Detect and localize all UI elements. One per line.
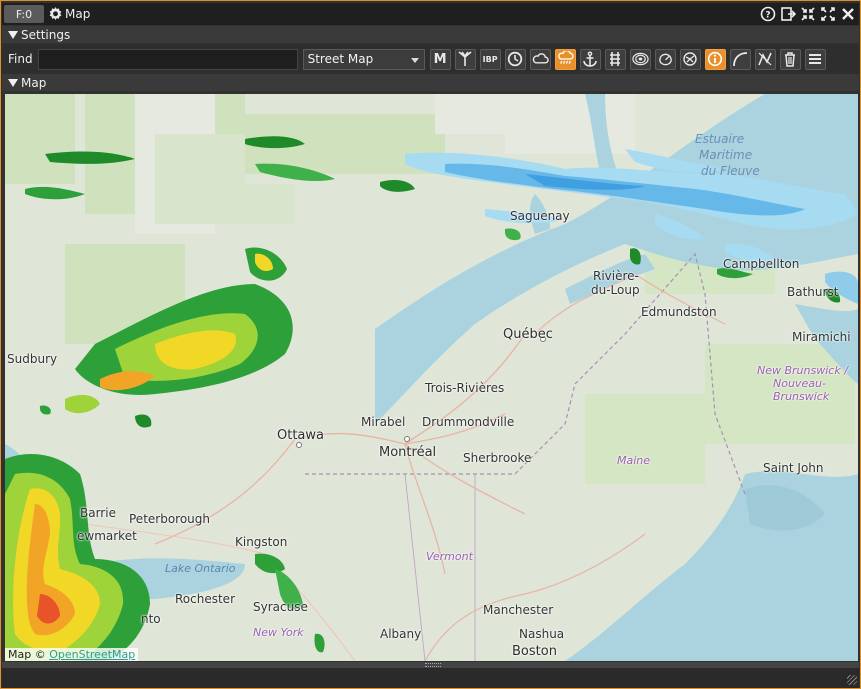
close-icon[interactable] xyxy=(839,6,856,23)
gear-icon[interactable] xyxy=(47,6,63,22)
map-label-troisrivieres: Trois-Rivières xyxy=(425,381,505,395)
map-label-sherbrooke: Sherbrooke xyxy=(463,451,532,465)
map-window: F:0 Map ? Settings Find Street Map M IBP… xyxy=(0,0,861,689)
map-label-syracuse: Syracuse xyxy=(253,600,308,614)
attribution-prefix: Map © xyxy=(8,648,46,661)
map-label-drummondville: Drummondville xyxy=(422,415,515,429)
resize-grip-icon[interactable] xyxy=(847,675,857,685)
clock-icon[interactable] xyxy=(504,48,526,70)
map-label-nb3: Brunswick xyxy=(773,390,830,403)
maximize-icon[interactable] xyxy=(819,6,836,23)
settings-section-label: Settings xyxy=(21,27,71,42)
map-label-nb2: Nouveau- xyxy=(773,377,826,390)
maidenhead-button[interactable]: M xyxy=(429,48,451,70)
map-label-edmundston: Edmundston xyxy=(641,305,717,319)
map-label-duloup: du-Loup xyxy=(591,283,640,297)
collapse-triangle-icon[interactable] xyxy=(8,30,18,39)
map-label-newmarket: ewmarket xyxy=(77,529,137,543)
map-label-rochester: Rochester xyxy=(175,592,235,606)
map-label-ottawa: Ottawa xyxy=(277,428,324,443)
map-canvas[interactable]: Estuaire Maritime du Fleuve Saguenay Riv… xyxy=(5,94,858,661)
map-label-mirabel: Mirabel xyxy=(361,415,406,429)
map-label-dufleuve: du Fleuve xyxy=(701,164,760,178)
route-icon[interactable] xyxy=(754,48,776,70)
map-label-kingston: Kingston xyxy=(235,535,288,549)
map-label-nashua: Nashua xyxy=(519,627,565,641)
map-label-manchester: Manchester xyxy=(483,603,554,617)
antenna-icon[interactable] xyxy=(454,48,476,70)
map-type-value: Street Map xyxy=(307,52,374,66)
window-title: Map xyxy=(65,7,91,21)
openstreetmap-link[interactable]: OpenStreetMap xyxy=(49,648,135,661)
map-label-maritime: Maritime xyxy=(699,148,753,162)
map-label-nb1: New Brunswick / xyxy=(757,364,848,377)
map-type-select[interactable]: Street Map xyxy=(302,48,425,70)
chevron-down-icon xyxy=(410,57,419,63)
map-label-miramichi: Miramichi xyxy=(792,330,851,344)
map-label-boston: Boston xyxy=(512,644,557,659)
map-label-sudbury: Sudbury xyxy=(7,352,58,366)
map-toolbar: Find Street Map M IBP xyxy=(2,44,859,74)
map-label-albany: Albany xyxy=(380,627,422,641)
radar-rings-icon[interactable] xyxy=(629,48,651,70)
railway-icon[interactable] xyxy=(604,48,626,70)
find-label: Find xyxy=(8,52,33,66)
map-label-saintjohn: Saint John xyxy=(763,461,824,475)
splitter-grip-icon[interactable] xyxy=(425,663,441,667)
map-label-newyork: New York xyxy=(253,626,304,639)
frequency-badge[interactable]: F:0 xyxy=(4,5,44,23)
ibp-button[interactable]: IBP xyxy=(479,48,501,70)
status-bar xyxy=(2,668,859,688)
map-section-header[interactable]: Map xyxy=(2,74,859,91)
collapse-triangle-icon[interactable] xyxy=(8,78,18,87)
map-label-peterborough: Peterborough xyxy=(129,512,211,526)
map-attribution: Map © OpenStreetMap xyxy=(5,648,139,661)
rain-icon[interactable] xyxy=(554,48,576,70)
map-label-lakeontario: Lake Ontario xyxy=(165,562,236,575)
help-icon[interactable]: ? xyxy=(759,6,776,23)
title-bar[interactable]: F:0 Map ? xyxy=(2,3,859,25)
map-label-maine: Maine xyxy=(617,454,651,467)
undock-icon[interactable] xyxy=(779,6,796,23)
map-section-label: Map xyxy=(21,75,47,90)
map-label-montreal: Montréal xyxy=(379,445,437,460)
settings-section-header[interactable]: Settings xyxy=(2,26,859,43)
map-background xyxy=(5,94,858,661)
satellite-icon[interactable] xyxy=(679,48,701,70)
map-label-quebec: Québec xyxy=(503,327,553,342)
menu-icon[interactable] xyxy=(804,48,826,70)
find-input[interactable] xyxy=(37,48,298,70)
shrink-icon[interactable] xyxy=(799,6,816,23)
clouds-icon[interactable] xyxy=(529,48,551,70)
map-label-saguenay: Saguenay xyxy=(510,209,570,223)
arc-icon[interactable] xyxy=(729,48,751,70)
weather-radar-icon[interactable] xyxy=(654,48,676,70)
anchor-icon[interactable] xyxy=(579,48,601,70)
trash-icon[interactable] xyxy=(779,48,801,70)
map-label-estuaire: Estuaire xyxy=(695,132,745,146)
map-label-vermont: Vermont xyxy=(426,550,473,563)
map-label-barrie: Barrie xyxy=(80,506,116,520)
info-icon[interactable] xyxy=(704,48,726,70)
map-label-bathurst: Bathurst xyxy=(787,285,839,299)
map-label-riviere: Rivière- xyxy=(593,269,639,283)
svg-text:?: ? xyxy=(765,11,770,21)
map-label-toronto: nto xyxy=(141,612,161,626)
map-label-campbellton: Campbellton xyxy=(723,257,800,271)
